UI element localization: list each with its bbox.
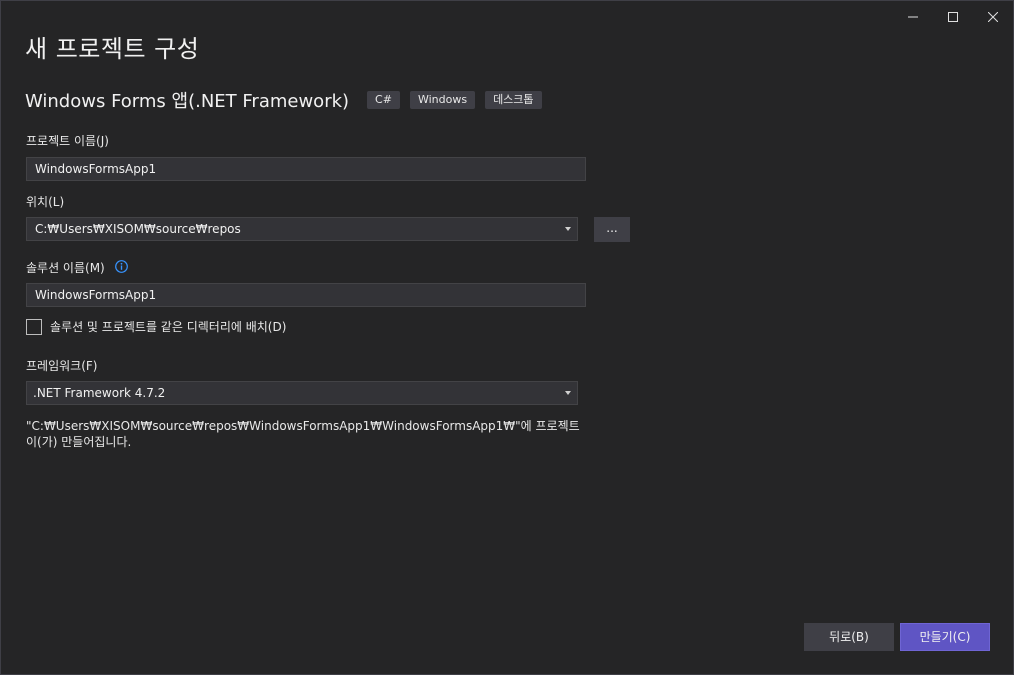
dialog-window: 새 프로젝트 구성 Windows Forms 앱(.NET Framework… — [0, 0, 1014, 675]
tag-project-type: 데스크톱 — [485, 91, 542, 109]
template-name: Windows Forms 앱(.NET Framework) — [25, 91, 350, 112]
template-header: Windows Forms 앱(.NET Framework) C# Windo… — [25, 87, 552, 113]
location-value: C:₩Users₩XISOM₩source₩repos — [35, 222, 241, 236]
chevron-down-icon[interactable] — [565, 391, 571, 395]
location-label: 위치(L) — [26, 195, 65, 209]
project-name-input[interactable]: WindowsFormsApp1 — [26, 157, 586, 181]
framework-combobox[interactable]: .NET Framework 4.7.2 — [26, 381, 578, 405]
close-button[interactable] — [973, 1, 1013, 33]
solution-name-label-row: 솔루션 이름(M) — [26, 259, 128, 276]
back-button[interactable]: 뒤로(B) — [804, 623, 894, 651]
project-name-label: 프로젝트 이름(J) — [26, 134, 109, 148]
tag-language: C# — [367, 91, 400, 109]
location-combobox[interactable]: C:₩Users₩XISOM₩source₩repos — [26, 217, 578, 241]
browse-button[interactable]: ... — [594, 217, 630, 242]
solution-name-label: 솔루션 이름(M) — [26, 261, 105, 275]
window-controls — [893, 1, 1013, 33]
close-icon — [988, 12, 998, 22]
same-directory-label[interactable]: 솔루션 및 프로젝트를 같은 디렉터리에 배치(D) — [50, 318, 286, 335]
project-path-note: "C:₩Users₩XISOM₩source₩repos₩WindowsForm… — [26, 419, 580, 449]
info-icon[interactable] — [114, 259, 128, 276]
page-title: 새 프로젝트 구성 — [25, 35, 200, 63]
maximize-icon — [948, 12, 958, 22]
tag-platform: Windows — [409, 91, 476, 109]
minimize-button[interactable] — [893, 1, 933, 33]
framework-label: 프레임워크(F) — [26, 359, 98, 373]
same-directory-option[interactable]: 솔루션 및 프로젝트를 같은 디렉터리에 배치(D) — [26, 318, 286, 335]
create-button[interactable]: 만들기(C) — [900, 623, 990, 651]
chevron-down-icon[interactable] — [565, 227, 571, 231]
minimize-icon — [908, 12, 918, 22]
solution-name-input[interactable]: WindowsFormsApp1 — [26, 283, 586, 307]
maximize-button[interactable] — [933, 1, 973, 33]
same-directory-checkbox[interactable] — [26, 318, 42, 335]
framework-value: .NET Framework 4.7.2 — [33, 386, 166, 400]
